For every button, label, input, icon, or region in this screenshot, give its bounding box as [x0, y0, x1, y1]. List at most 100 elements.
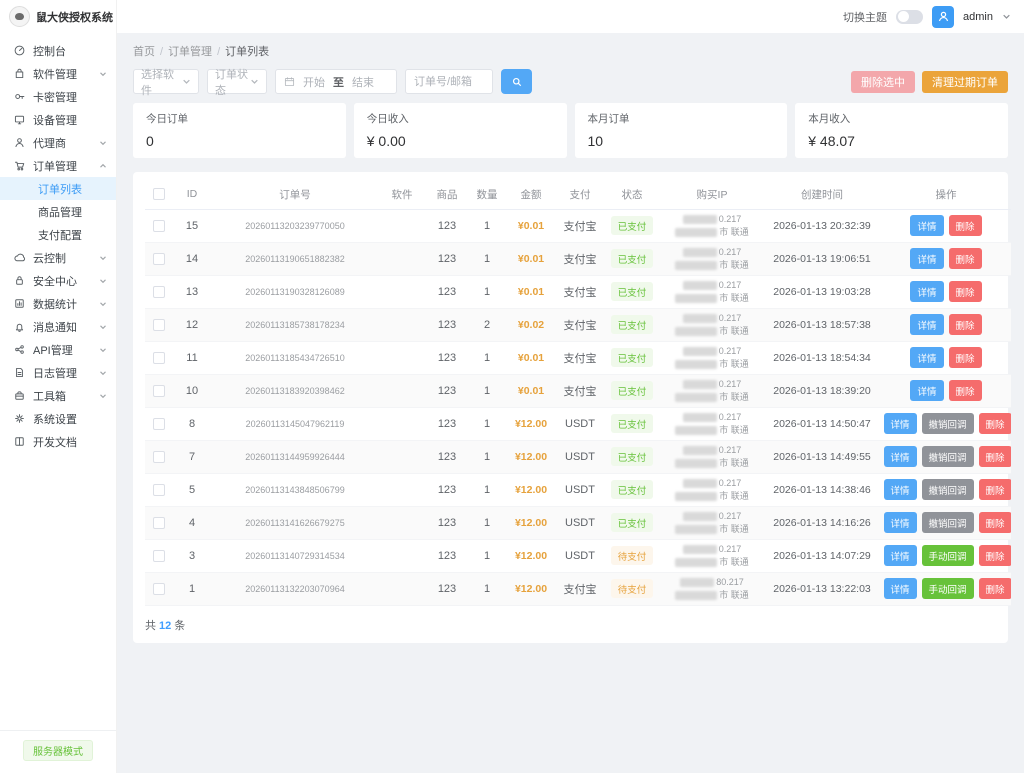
sidebar-subitem-pay-config[interactable]: 支付配置 — [0, 223, 116, 246]
order-id-cell: 1 — [173, 572, 211, 606]
date-range-picker[interactable]: 开始 至 结束 — [275, 69, 397, 94]
delete-button[interactable]: 删除 — [978, 545, 1011, 566]
sidebar-item-order[interactable]: 订单管理 — [0, 154, 116, 177]
row-checkbox[interactable] — [153, 285, 165, 298]
row-checkbox[interactable] — [153, 384, 165, 397]
sidebar-item-software[interactable]: 软件管理 — [0, 62, 116, 85]
order-number-cell: 20260113141626679275 — [211, 506, 379, 540]
sidebar-subitem-product-manage[interactable]: 商品管理 — [0, 200, 116, 223]
row-checkbox[interactable] — [153, 450, 165, 463]
buyer-ip-cell: 0.217 市 联通 — [661, 374, 763, 408]
sidebar-item-dashboard[interactable]: 控制台 — [0, 39, 116, 62]
manual-callback-button[interactable]: 手动回调 — [921, 578, 974, 599]
ip-suffix: 0.217 — [718, 279, 742, 290]
detail-button[interactable]: 详情 — [910, 347, 944, 368]
order-id-cell: 14 — [173, 242, 211, 276]
sidebar-item-label: 安全中心 — [33, 275, 77, 288]
delete-button[interactable]: 删除 — [948, 380, 982, 401]
row-checkbox[interactable] — [153, 318, 165, 331]
sidebar-item-toolbox[interactable]: 工具箱 — [0, 384, 116, 407]
detail-button[interactable]: 详情 — [883, 413, 917, 434]
sidebar-item-docs[interactable]: 开发文档 — [0, 430, 116, 453]
table-row: 13 20260113190328126089 123 1 ¥0.01 支付宝 已支付 0.2… — [145, 275, 1011, 309]
row-checkbox[interactable] — [153, 516, 165, 529]
sidebar-item-statistics[interactable]: 数据统计 — [0, 292, 116, 315]
search-button[interactable] — [501, 69, 532, 94]
select-all-checkbox[interactable] — [153, 188, 165, 201]
sidebar-item-agent[interactable]: 代理商 — [0, 131, 116, 154]
detail-button[interactable]: 详情 — [883, 545, 917, 566]
detail-button[interactable]: 详情 — [910, 215, 944, 236]
chevron-down-icon[interactable] — [1002, 12, 1011, 21]
delete-button[interactable]: 删除 — [948, 314, 982, 335]
payment-cell: 支付宝 — [557, 242, 603, 276]
breadcrumb-home[interactable]: 首页 — [133, 46, 155, 58]
user-avatar[interactable] — [932, 5, 955, 28]
sidebar-item-api[interactable]: API管理 — [0, 338, 116, 361]
detail-button[interactable]: 详情 — [910, 281, 944, 302]
detail-button[interactable]: 详情 — [883, 578, 917, 599]
username[interactable]: admin — [963, 11, 993, 23]
sidebar-item-device[interactable]: 设备管理 — [0, 108, 116, 131]
column-header: 金额 — [505, 180, 557, 210]
delete-button[interactable]: 删除 — [978, 512, 1011, 533]
detail-button[interactable]: 详情 — [910, 380, 944, 401]
delete-button[interactable]: 删除 — [948, 215, 982, 236]
sidebar-item-log[interactable]: 日志管理 — [0, 361, 116, 384]
delete-button[interactable]: 删除 — [948, 347, 982, 368]
sidebar-item-cardkey[interactable]: 卡密管理 — [0, 85, 116, 108]
row-checkbox[interactable] — [153, 351, 165, 364]
delete-button[interactable]: 删除 — [978, 578, 1011, 599]
row-checkbox[interactable] — [153, 219, 165, 232]
delete-button[interactable]: 删除 — [948, 248, 982, 269]
detail-button[interactable]: 详情 — [910, 314, 944, 335]
sidebar-item-security[interactable]: 安全中心 — [0, 269, 116, 292]
stat-value: 10 — [587, 133, 604, 149]
row-checkbox[interactable] — [153, 417, 165, 430]
amount-cell: ¥12.00 — [505, 506, 557, 540]
search-input[interactable] — [405, 69, 493, 94]
device-icon — [13, 113, 26, 126]
redacted-ip — [682, 478, 717, 488]
sidebar-item-notification[interactable]: 消息通知 — [0, 315, 116, 338]
status-badge: 已支付 — [610, 414, 654, 433]
quantity-cell: 1 — [469, 506, 505, 540]
revoke-callback-button[interactable]: 撤销回调 — [921, 512, 974, 533]
software-select[interactable]: 选择软件 — [133, 69, 199, 97]
delete-button[interactable]: 删除 — [978, 479, 1011, 500]
order-number-cell: 20260113183920398462 — [211, 374, 379, 408]
row-checkbox[interactable] — [153, 483, 165, 496]
sidebar-subitem-order-list[interactable]: 订单列表 — [0, 177, 116, 200]
pagination: 共 12 条 — [145, 606, 996, 633]
manual-callback-button[interactable]: 手动回调 — [921, 545, 974, 566]
clean-expired-button[interactable]: 清理过期订单 — [922, 70, 1008, 93]
sidebar-item-cloud[interactable]: 云控制 — [0, 246, 116, 269]
delete-selected-button[interactable]: 删除选中 — [851, 70, 915, 93]
row-checkbox[interactable] — [153, 252, 165, 265]
detail-button[interactable]: 详情 — [883, 446, 917, 467]
breadcrumb-order-manage[interactable]: 订单管理 — [168, 46, 212, 58]
revoke-callback-button[interactable]: 撤销回调 — [921, 479, 974, 500]
order-status-select[interactable]: 订单状态 — [207, 69, 267, 97]
sidebar-subitem-label: 商品管理 — [38, 206, 82, 219]
delete-button[interactable]: 删除 — [978, 413, 1011, 434]
detail-button[interactable]: 详情 — [910, 248, 944, 269]
product-cell: 123 — [425, 341, 469, 375]
stat-label: 本月订单 — [587, 113, 630, 125]
detail-button[interactable]: 详情 — [883, 512, 917, 533]
ip-suffix: 80.217 — [716, 576, 744, 587]
location-suffix: 市 联通 — [719, 226, 749, 237]
redacted-ip — [682, 511, 717, 521]
row-checkbox[interactable] — [153, 582, 165, 595]
row-checkbox[interactable] — [153, 549, 165, 562]
revoke-callback-button[interactable]: 撤销回调 — [921, 446, 974, 467]
amount-cell: ¥12.00 — [505, 440, 557, 474]
buyer-ip-cell: 0.217 市 联通 — [661, 473, 763, 507]
redacted-ip — [682, 412, 717, 422]
detail-button[interactable]: 详情 — [883, 479, 917, 500]
revoke-callback-button[interactable]: 撤销回调 — [921, 413, 974, 434]
theme-toggle[interactable] — [896, 9, 924, 24]
sidebar-item-settings[interactable]: 系统设置 — [0, 407, 116, 430]
delete-button[interactable]: 删除 — [948, 281, 982, 302]
delete-button[interactable]: 删除 — [978, 446, 1011, 467]
